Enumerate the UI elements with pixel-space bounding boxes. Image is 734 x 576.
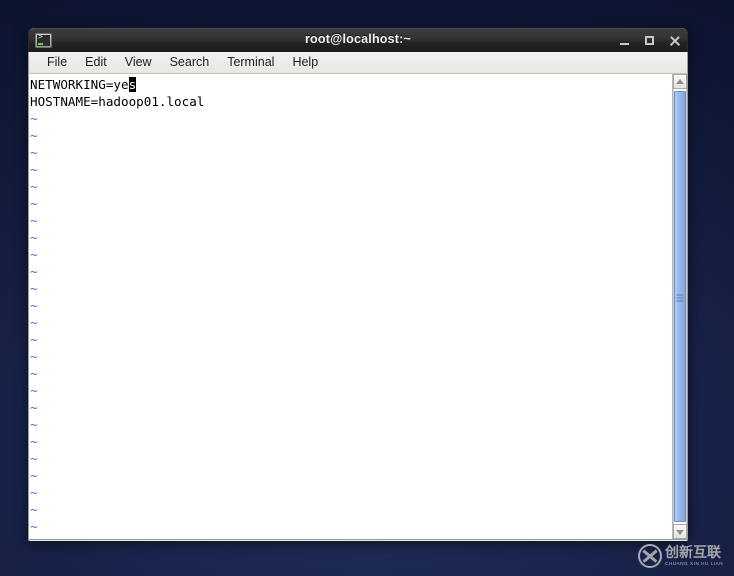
menu-item-terminal[interactable]: Terminal (218, 53, 283, 72)
maximize-button[interactable] (644, 35, 656, 47)
terminal-empty-line-marker: ~ (30, 264, 38, 279)
terminal-empty-line-marker: ~ (30, 145, 38, 160)
terminal-empty-line-marker: ~ (30, 349, 38, 364)
terminal-empty-line-marker: ~ (30, 383, 38, 398)
terminal-empty-line-marker: ~ (30, 247, 38, 262)
terminal-empty-line-marker: ~ (30, 451, 38, 466)
terminal-line: HOSTNAME=hadoop01.local (30, 94, 205, 109)
scrollbar-track[interactable] (673, 89, 687, 524)
desktop-background: root@localhost:~ File Edit View Search T… (0, 0, 734, 576)
terminal-scrollbar[interactable] (672, 74, 687, 539)
terminal-empty-line-marker: ~ (30, 434, 38, 449)
terminal-empty-line-marker: ~ (30, 485, 38, 500)
terminal-empty-line-marker: ~ (30, 281, 38, 296)
menu-item-file[interactable]: File (38, 53, 76, 72)
watermark: 创新互联 CHUANG XIN HU LIAN (638, 541, 730, 571)
watermark-chinese: 创新互联 (665, 544, 721, 561)
window-titlebar[interactable]: root@localhost:~ (28, 28, 688, 52)
scrollbar-thumb[interactable] (674, 91, 686, 522)
terminal-empty-line-marker: ~ (30, 230, 38, 245)
minimize-button[interactable] (619, 35, 631, 47)
watermark-pinyin: CHUANG XIN HU LIAN (665, 560, 724, 566)
scrollbar-down-button[interactable] (673, 524, 687, 539)
watermark-text: 创新互联 CHUANG XIN HU LIAN (665, 546, 723, 567)
watermark-logo-icon (638, 544, 662, 568)
terminal-empty-line-marker: ~ (30, 468, 38, 483)
menu-item-search[interactable]: Search (161, 53, 219, 72)
terminal-cursor: s (128, 77, 137, 92)
close-button[interactable] (669, 35, 681, 47)
chevron-up-icon (676, 78, 684, 84)
terminal-line: NETWORKING=yes (30, 77, 137, 92)
terminal-empty-line-marker: ~ (30, 128, 38, 143)
terminal-empty-line-marker: ~ (30, 502, 38, 517)
terminal-empty-line-marker: ~ (30, 332, 38, 347)
terminal-window: root@localhost:~ File Edit View Search T… (28, 28, 688, 541)
terminal-empty-line-marker: ~ (30, 111, 38, 126)
terminal-empty-line-marker: ~ (30, 366, 38, 381)
terminal-screen[interactable]: NETWORKING=yes HOSTNAME=hadoop01.local ~ ~ ~… (29, 74, 672, 539)
window-controls (619, 29, 681, 52)
scrollbar-up-button[interactable] (673, 74, 687, 89)
terminal-empty-line-marker: ~ (30, 417, 38, 432)
menu-item-view[interactable]: View (116, 53, 161, 72)
chevron-down-icon (676, 529, 684, 535)
terminal-empty-line-marker: ~ (30, 298, 38, 313)
terminal-empty-line-marker: ~ (30, 519, 38, 534)
terminal-empty-line-marker: ~ (30, 196, 38, 211)
terminal-empty-line-marker: ~ (30, 315, 38, 330)
terminal-empty-line-marker: ~ (30, 213, 38, 228)
menubar: File Edit View Search Terminal Help (28, 52, 688, 74)
menu-item-help[interactable]: Help (283, 53, 327, 72)
terminal-empty-line-marker: ~ (30, 162, 38, 177)
scrollbar-grip-icon (676, 292, 684, 303)
menu-item-edit[interactable]: Edit (76, 53, 116, 72)
window-title: root@localhost:~ (304, 32, 412, 46)
terminal-body: NETWORKING=yes HOSTNAME=hadoop01.local ~ ~ ~… (28, 74, 688, 540)
terminal-empty-line-marker: ~ (30, 400, 38, 415)
terminal-empty-line-marker: ~ (30, 179, 38, 194)
